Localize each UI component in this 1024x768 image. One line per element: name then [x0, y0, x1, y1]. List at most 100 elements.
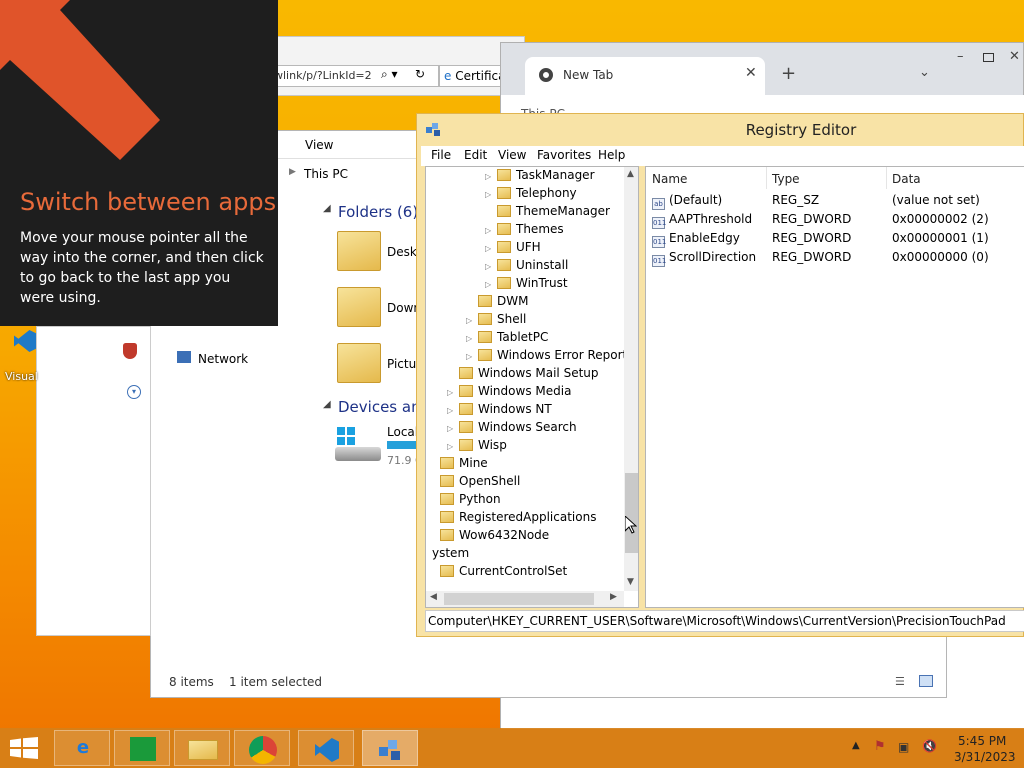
taskbar-chrome-button[interactable]: [234, 730, 290, 766]
chevron-right-icon[interactable]: ▶: [289, 167, 296, 177]
scroll-up-icon[interactable]: ▲: [627, 169, 634, 179]
tree-key[interactable]: Mine: [428, 456, 488, 474]
menu-help[interactable]: Help: [598, 148, 625, 162]
tree-key[interactable]: ▷ Windows Error Reporting: [466, 348, 638, 366]
explorer-address[interactable]: This PC: [304, 167, 348, 181]
minimize-icon[interactable]: –: [957, 49, 964, 64]
column-divider[interactable]: [766, 167, 767, 189]
tree-key[interactable]: DWM: [466, 294, 528, 312]
expand-arrow-icon[interactable]: ▷: [485, 244, 497, 253]
tree-key[interactable]: ▷ Themes: [485, 222, 564, 240]
menu-view[interactable]: View: [498, 148, 526, 162]
tree-key[interactable]: ▷ Wisp: [447, 438, 507, 456]
taskbar-regedit-button[interactable]: [362, 730, 418, 766]
tree-key[interactable]: Python: [428, 492, 501, 510]
collapse-devices-icon[interactable]: ◢: [323, 399, 331, 410]
clock-date[interactable]: 3/31/2023: [954, 750, 1016, 764]
tree-key[interactable]: RegisteredApplications: [428, 510, 596, 528]
tree-key[interactable]: Wow6432Node: [428, 528, 549, 546]
network-tray-icon[interactable]: ▣: [898, 740, 909, 754]
registry-editor-titlebar[interactable]: Registry Editor: [417, 114, 1024, 146]
expand-arrow-icon[interactable]: ▷: [447, 424, 459, 433]
taskbar-vscode-button[interactable]: [298, 730, 354, 766]
value-name[interactable]: ab (Default): [652, 193, 722, 212]
menu-edit[interactable]: Edit: [464, 148, 487, 162]
expand-arrow-icon[interactable]: ▷: [447, 442, 459, 451]
tree-key[interactable]: ThemeManager: [485, 204, 610, 222]
ribbon-tab-view[interactable]: View: [305, 138, 333, 152]
chrome-tab[interactable]: New Tab ✕: [525, 57, 765, 95]
expand-arrow-icon[interactable]: ▷: [485, 190, 497, 199]
taskbar-explorer-button[interactable]: [174, 730, 230, 766]
expand-arrow-icon[interactable]: ▷: [447, 406, 459, 415]
tree-key[interactable]: Windows Mail Setup: [447, 366, 599, 384]
registry-key-tree[interactable]: ▷ TaskManager ▷ Telephony ThemeManager ▷ Theme…: [425, 166, 639, 608]
large-icons-view-icon[interactable]: [919, 675, 933, 687]
tree-key[interactable]: ▷ UFH: [485, 240, 541, 258]
local-disk-label[interactable]: Local: [387, 425, 418, 439]
close-icon[interactable]: ✕: [745, 65, 757, 81]
details-view-icon[interactable]: ☰: [895, 675, 905, 688]
start-windows-icon[interactable]: [10, 737, 38, 759]
expand-arrow-icon[interactable]: ▷: [466, 334, 478, 343]
ie-address-bar[interactable]: wlink/p/?LinkId=2: [269, 65, 439, 87]
local-disk-icon[interactable]: [335, 427, 381, 465]
scroll-right-icon[interactable]: ▶: [610, 592, 617, 602]
value-name[interactable]: 011 EnableEdgy: [652, 231, 740, 250]
value-name[interactable]: 011 AAPThreshold: [652, 212, 752, 231]
tree-key[interactable]: ystem: [426, 546, 469, 564]
desktop-shortcut-vscode[interactable]: Visual: [2, 330, 38, 400]
tree-key[interactable]: ▷ Telephony: [485, 186, 577, 204]
tree-key[interactable]: OpenShell: [428, 474, 520, 492]
folder-downloads-icon[interactable]: [337, 287, 381, 327]
tree-horizontal-scrollbar[interactable]: ◀ ▶: [426, 591, 624, 607]
column-divider[interactable]: [886, 167, 887, 189]
volume-muted-icon[interactable]: 🔇: [922, 739, 937, 753]
expand-arrow-icon[interactable]: ▷: [485, 280, 497, 289]
expand-arrow-icon[interactable]: ▷: [485, 172, 497, 181]
collapse-folders-icon[interactable]: ◢: [323, 203, 331, 214]
folder-desktop-icon[interactable]: [337, 231, 381, 271]
action-center-icon[interactable]: ⚑: [874, 739, 886, 754]
expand-arrow-icon[interactable]: ▷: [485, 262, 497, 271]
tree-key[interactable]: ▷ Windows Search: [447, 420, 577, 438]
tree-key[interactable]: ▷ Windows NT: [447, 402, 552, 420]
chevron-down-icon[interactable]: ▾: [127, 385, 141, 399]
tree-hscroll-thumb[interactable]: [444, 593, 594, 605]
close-window-icon[interactable]: ✕: [1009, 49, 1020, 64]
scroll-left-icon[interactable]: ◀: [430, 592, 437, 602]
maximize-icon[interactable]: [983, 53, 994, 62]
value-name[interactable]: 011 ScrollDirection: [652, 250, 756, 269]
expand-arrow-icon[interactable]: ▷: [485, 226, 497, 235]
tree-scroll-thumb[interactable]: [625, 473, 638, 553]
refresh-icon[interactable]: ↻: [415, 67, 425, 81]
tree-key[interactable]: CurrentControlSet: [428, 564, 567, 582]
registry-values-list[interactable]: Name Type Data ab (Default) REG_SZ (value n…: [645, 166, 1024, 608]
tree-key[interactable]: ▷ WinTrust: [485, 276, 568, 294]
tree-key[interactable]: ▷ Uninstall: [485, 258, 568, 276]
new-tab-button[interactable]: +: [781, 63, 796, 84]
nav-network[interactable]: Network: [198, 352, 248, 366]
search-icon[interactable]: ⌕ ▾: [381, 67, 398, 82]
clock-time[interactable]: 5:45 PM: [958, 734, 1006, 748]
show-hidden-icons[interactable]: ▲: [852, 740, 860, 751]
tab-search-icon[interactable]: ⌄: [919, 65, 930, 80]
menu-favorites[interactable]: Favorites: [537, 148, 591, 162]
menu-file[interactable]: File: [431, 148, 451, 162]
internet-explorer-icon: e: [76, 737, 90, 758]
scroll-down-icon[interactable]: ▼: [627, 577, 634, 587]
column-data[interactable]: Data: [892, 172, 921, 186]
expand-arrow-icon[interactable]: ▷: [466, 352, 478, 361]
folder-pictures-icon[interactable]: [337, 343, 381, 383]
expand-arrow-icon[interactable]: ▷: [466, 316, 478, 325]
column-type[interactable]: Type: [772, 172, 800, 186]
taskbar-store-button[interactable]: [114, 730, 170, 766]
taskbar-ie-button[interactable]: e: [54, 730, 110, 766]
tree-key[interactable]: ▷ Shell: [466, 312, 526, 330]
tree-key[interactable]: ▷ TabletPC: [466, 330, 548, 348]
column-name[interactable]: Name: [652, 172, 687, 186]
expand-arrow-icon[interactable]: ▷: [447, 388, 459, 397]
tree-key[interactable]: ▷ TaskManager: [485, 168, 595, 186]
tree-key[interactable]: ▷ Windows Media: [447, 384, 571, 402]
folders-group-header[interactable]: Folders (6): [338, 203, 418, 221]
